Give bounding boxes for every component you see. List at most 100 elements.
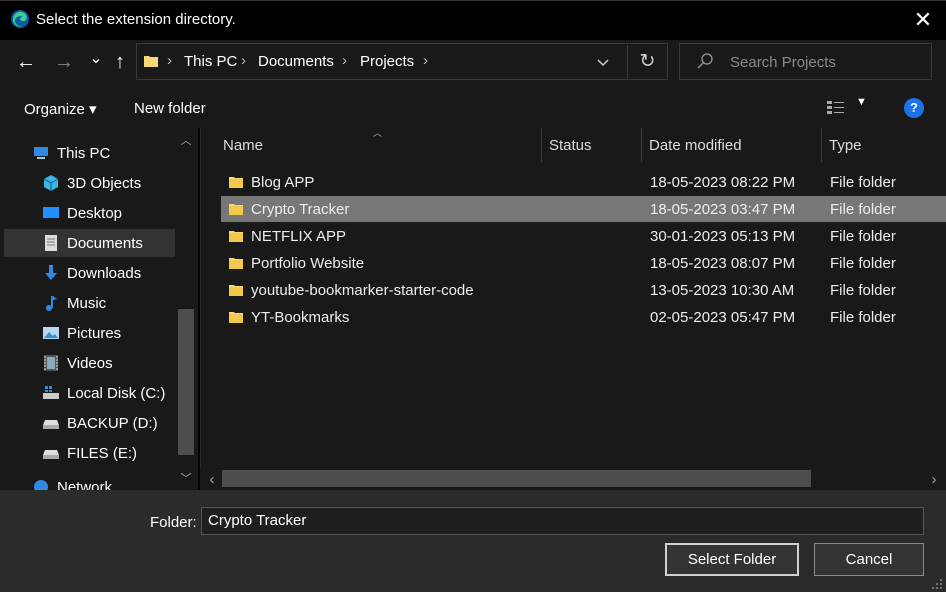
- sidebar-item-label: Local Disk (C:): [67, 385, 166, 402]
- scrollbar-thumb[interactable]: [178, 309, 194, 455]
- sidebar-item-this-pc[interactable]: This PC: [4, 139, 175, 167]
- file-name: YT-Bookmarks: [251, 309, 350, 326]
- sidebar-item-videos[interactable]: Videos: [4, 349, 175, 377]
- scroll-left-arrow[interactable]: ‹: [202, 471, 222, 488]
- sidebar-item-backup-d[interactable]: BACKUP (D:): [4, 409, 175, 437]
- file-name: Portfolio Website: [251, 255, 365, 272]
- view-dropdown-icon[interactable]: ▼: [856, 96, 867, 108]
- sidebar-item-network[interactable]: Network: [4, 473, 175, 490]
- navigation-pane: This PC 3D Objects Desktop Documents Dow…: [0, 128, 198, 490]
- file-date: 13-05-2023 10:30 AM: [650, 282, 795, 299]
- folder-icon: [229, 177, 243, 188]
- search-box[interactable]: Search Projects: [679, 43, 932, 80]
- organize-menu[interactable]: Organize ▾: [24, 100, 97, 118]
- folder-icon: [229, 258, 243, 269]
- new-folder-button[interactable]: New folder: [134, 100, 206, 117]
- sidebar-item-label: Downloads: [67, 265, 142, 282]
- folder-icon: [144, 56, 158, 67]
- folder-field-label: Folder:: [150, 514, 197, 531]
- sidebar-item-music[interactable]: Music: [4, 289, 175, 317]
- scroll-right-arrow[interactable]: ›: [924, 471, 944, 488]
- sidebar-item-local-disk-c[interactable]: Local Disk (C:): [4, 379, 175, 407]
- windows-drive-icon: [43, 386, 59, 399]
- forward-button[interactable]: →: [52, 50, 76, 74]
- sidebar-item-label: Videos: [67, 355, 113, 372]
- column-header-name[interactable]: ︿ Name: [201, 128, 542, 162]
- network-icon: [34, 480, 48, 490]
- crumb-separator: ›: [167, 52, 172, 69]
- scrollbar-thumb[interactable]: [222, 470, 811, 487]
- breadcrumb-this-pc[interactable]: This PC: [184, 53, 237, 70]
- refresh-button[interactable]: ↻: [627, 45, 667, 79]
- close-button[interactable]: ✕: [908, 6, 938, 34]
- sidebar-item-label: Music: [67, 295, 107, 312]
- file-row-crypto-tracker[interactable]: Crypto Tracker 18-05-2023 03:47 PM File …: [221, 196, 946, 222]
- file-row-netflix-app[interactable]: NETFLIX APP 30-01-2023 05:13 PM File fol…: [221, 223, 946, 249]
- music-icon: [46, 296, 57, 311]
- file-name: NETFLIX APP: [251, 228, 347, 245]
- select-folder-button[interactable]: Select Folder: [665, 543, 799, 576]
- sidebar-item-label: FILES (E:): [67, 445, 138, 462]
- file-row-youtube-bookmarker[interactable]: youtube-bookmarker-starter-code 13-05-20…: [221, 277, 946, 303]
- sidebar-item-downloads[interactable]: Downloads: [4, 259, 175, 287]
- sidebar-item-documents[interactable]: Documents: [4, 229, 175, 257]
- crumb-separator: ›: [423, 52, 428, 69]
- file-date: 18-05-2023 08:07 PM: [650, 255, 796, 272]
- cancel-button[interactable]: Cancel: [814, 543, 924, 576]
- folder-icon: [229, 312, 243, 323]
- file-row-yt-bookmarks[interactable]: YT-Bookmarks 02-05-2023 05:47 PM File fo…: [221, 304, 946, 330]
- file-type: File folder: [830, 228, 896, 245]
- scroll-down-arrow[interactable]: ﹀: [176, 470, 196, 486]
- sidebar-item-pictures[interactable]: Pictures: [4, 319, 175, 347]
- sidebar-item-3d-objects[interactable]: 3D Objects: [4, 169, 175, 197]
- file-type: File folder: [830, 282, 896, 299]
- dialog-footer: Folder: Crypto Tracker Select Folder Can…: [0, 490, 946, 592]
- column-label: Date modified: [649, 137, 742, 154]
- view-options-icon[interactable]: [826, 99, 846, 117]
- folder-icon: [229, 204, 243, 215]
- search-input[interactable]: Search Projects: [730, 54, 836, 71]
- back-button[interactable]: ←: [14, 50, 38, 74]
- sidebar-scrollbar[interactable]: ︿ ﹀: [176, 128, 196, 490]
- computer-icon: [34, 147, 48, 159]
- column-header-type[interactable]: Type: [822, 128, 946, 162]
- chevron-down-icon[interactable]: [593, 50, 613, 74]
- file-date: 18-05-2023 08:22 PM: [650, 174, 796, 191]
- breadcrumb-documents[interactable]: Documents: [258, 53, 334, 70]
- file-list: ︿ Name Status Date modified Type Blog AP…: [200, 128, 946, 490]
- edge-logo-icon: [11, 10, 29, 28]
- file-date: 02-05-2023 05:47 PM: [650, 309, 796, 326]
- breadcrumb-projects[interactable]: Projects: [360, 53, 414, 70]
- sort-ascending-icon: ︿: [373, 128, 383, 138]
- file-type: File folder: [830, 255, 896, 272]
- sidebar-item-files-e[interactable]: FILES (E:): [4, 439, 175, 467]
- horizontal-scrollbar[interactable]: ‹ ›: [200, 468, 946, 490]
- sidebar-item-label: Pictures: [67, 325, 122, 342]
- title-bar: Select the extension directory. ✕: [0, 0, 946, 40]
- sidebar-item-label: 3D Objects: [67, 175, 142, 192]
- recent-locations-button[interactable]: ⌄: [84, 47, 108, 71]
- column-label: Name: [223, 137, 264, 154]
- up-button[interactable]: ↑: [108, 50, 132, 74]
- window-title: Select the extension directory.: [36, 11, 236, 28]
- file-date: 18-05-2023 03:47 PM: [650, 201, 796, 218]
- column-label: Status: [549, 137, 592, 154]
- search-icon: [697, 53, 713, 69]
- folder-icon: [229, 231, 243, 242]
- resize-grip-icon[interactable]: [930, 577, 944, 591]
- address-bar[interactable]: › This PC › Documents › Projects › ↻: [136, 43, 668, 80]
- sidebar-item-label: BACKUP (D:): [67, 415, 158, 432]
- help-icon[interactable]: ?: [904, 98, 924, 118]
- sidebar-item-desktop[interactable]: Desktop: [4, 199, 175, 227]
- crumb-separator: ›: [342, 52, 347, 69]
- column-header-status[interactable]: Status: [542, 128, 642, 162]
- scroll-up-arrow[interactable]: ︿: [176, 132, 196, 148]
- sidebar-item-label: Desktop: [67, 205, 123, 222]
- file-row-portfolio-website[interactable]: Portfolio Website 18-05-2023 08:07 PM Fi…: [221, 250, 946, 276]
- download-icon: [45, 265, 57, 280]
- column-label: Type: [829, 137, 862, 154]
- column-header-date-modified[interactable]: Date modified: [642, 128, 822, 162]
- file-row-blog-app[interactable]: Blog APP 18-05-2023 08:22 PM File folder: [221, 169, 946, 195]
- folder-name-input[interactable]: Crypto Tracker: [201, 507, 924, 535]
- file-type: File folder: [830, 174, 896, 191]
